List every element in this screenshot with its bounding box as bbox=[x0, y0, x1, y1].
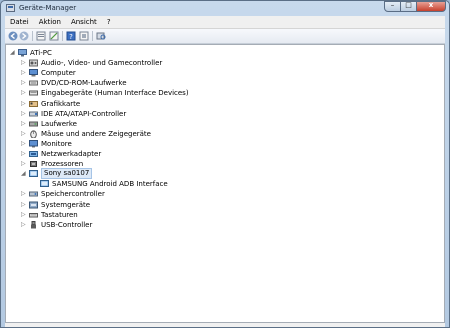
tree-category[interactable]: ▷ IDE ATA/ATAPI-Controller bbox=[6, 109, 436, 119]
device-tree[interactable]: ◢ ATi-PC ▷ Audio-, Video- und Gamecontrolle… bbox=[5, 44, 445, 323]
expand-arrow-icon[interactable]: ▷ bbox=[21, 149, 27, 159]
tree-category[interactable]: ▷ Grafikkarte bbox=[6, 99, 436, 109]
tree-node-label: Speichercontroller bbox=[41, 190, 105, 199]
expand-arrow-icon[interactable]: ▷ bbox=[21, 139, 27, 149]
tree-node-label: Audio-, Video- und Gamecontroller bbox=[41, 59, 163, 68]
expand-arrow-icon[interactable]: ▷ bbox=[21, 200, 27, 210]
tree-category[interactable]: ▷ Laufwerke bbox=[6, 119, 436, 129]
tree-node-label: Laufwerke bbox=[41, 119, 77, 128]
tree-category[interactable]: ▷ USB-Controller bbox=[6, 220, 436, 230]
scan-hardware-icon[interactable] bbox=[96, 31, 106, 41]
system-devices-icon bbox=[29, 201, 38, 209]
expand-arrow-icon[interactable]: ▷ bbox=[21, 68, 27, 78]
minimize-button[interactable]: – bbox=[384, 1, 401, 12]
tree-category[interactable]: ▷ Netzwerkadapter bbox=[6, 149, 436, 159]
tree-category[interactable]: ▷ Mäuse und andere Zeigegeräte bbox=[6, 129, 436, 139]
maximize-icon: □ bbox=[405, 1, 412, 9]
toolbar-separator bbox=[32, 31, 33, 41]
tree-category[interactable]: ▷ Speichercontroller bbox=[6, 189, 436, 199]
toolbar: ? bbox=[5, 29, 445, 44]
tree-node-label: IDE ATA/ATAPI-Controller bbox=[41, 109, 127, 118]
caption-buttons: – □ x bbox=[384, 1, 446, 14]
window-title: Geräte-Manager bbox=[19, 4, 77, 12]
tree-node-label: Systemgeräte bbox=[41, 200, 91, 209]
maximize-button[interactable]: □ bbox=[400, 1, 417, 12]
display-adapter-icon bbox=[29, 100, 38, 108]
keyboard-icon bbox=[29, 211, 38, 219]
expand-arrow-icon[interactable]: ▷ bbox=[21, 99, 27, 109]
tree-node-label: ATi-PC bbox=[30, 49, 52, 57]
properties-icon[interactable] bbox=[36, 31, 46, 41]
minimize-icon: – bbox=[390, 1, 395, 9]
menu-aktion[interactable]: Aktion bbox=[34, 16, 66, 27]
expand-arrow-icon[interactable]: ▷ bbox=[21, 159, 27, 169]
menu-help[interactable]: ? bbox=[102, 16, 116, 27]
mouse-icon bbox=[29, 130, 38, 139]
audio-icon bbox=[29, 59, 38, 67]
tree-category[interactable]: ▷ Computer bbox=[6, 68, 436, 78]
tree-device[interactable]: SAMSUNG Android ADB Interface bbox=[6, 179, 436, 189]
tree-node-label: Grafikkarte bbox=[41, 99, 81, 108]
expand-arrow-icon[interactable]: ▷ bbox=[21, 189, 27, 199]
phone-device-icon bbox=[29, 170, 38, 178]
menu-ansicht[interactable]: Ansicht bbox=[66, 16, 102, 27]
tree-node-label: Sony sa0107 bbox=[41, 168, 93, 180]
tree-node-label: Eingabegeräte (Human Interface Devices) bbox=[41, 89, 189, 98]
dvd-drive-icon bbox=[29, 79, 38, 87]
network-adapter-icon bbox=[29, 150, 38, 158]
disk-drive-icon bbox=[29, 120, 38, 128]
toolbar-separator bbox=[92, 31, 93, 41]
expand-arrow-icon[interactable]: ▷ bbox=[21, 78, 27, 88]
expand-arrow-icon[interactable]: ▷ bbox=[21, 210, 27, 220]
help-icon[interactable]: ? bbox=[66, 31, 76, 41]
title-bar[interactable]: Geräte-Manager – □ x bbox=[1, 1, 449, 16]
expand-arrow-icon[interactable]: ▷ bbox=[21, 109, 27, 119]
computer-root-icon bbox=[18, 49, 27, 57]
tree-category[interactable]: ▷ Systemgeräte bbox=[6, 200, 436, 210]
menu-bar: Datei Aktion Ansicht? bbox=[5, 16, 445, 29]
tree-node-label: Netzwerkadapter bbox=[41, 150, 102, 158]
collapse-arrow-icon[interactable]: ◢ bbox=[10, 48, 16, 58]
close-button[interactable]: x bbox=[416, 1, 446, 12]
tree-category[interactable]: ▷ Tastaturen bbox=[6, 210, 436, 220]
show-hidden-icon[interactable] bbox=[79, 31, 89, 41]
tree-node-label: Mäuse und andere Zeigegeräte bbox=[41, 129, 151, 138]
tree-root[interactable]: ◢ ATi-PC bbox=[6, 48, 436, 58]
expand-arrow-icon[interactable]: ▷ bbox=[21, 58, 27, 68]
tree-category[interactable]: ◢ Sony sa0107 bbox=[6, 168, 436, 180]
processor-icon bbox=[29, 160, 38, 168]
status-bar bbox=[5, 323, 445, 327]
usb-icon bbox=[29, 220, 38, 229]
toolbar-separator bbox=[62, 31, 63, 41]
ide-controller-icon bbox=[29, 110, 38, 118]
menu-datei[interactable]: Datei bbox=[5, 16, 34, 27]
adb-interface-icon bbox=[40, 180, 49, 188]
svg-text:?: ? bbox=[69, 33, 73, 41]
tree-category[interactable]: ▷ Audio-, Video- und Gamecontroller bbox=[6, 58, 436, 68]
device-manager-icon bbox=[6, 4, 15, 12]
expand-arrow-icon[interactable]: ▷ bbox=[21, 88, 27, 98]
tree-category[interactable]: ▷ Monitore bbox=[6, 139, 436, 149]
collapse-arrow-icon[interactable]: ◢ bbox=[21, 169, 27, 179]
tree-node-label: DVD/CD-ROM-Laufwerke bbox=[41, 79, 127, 88]
expand-arrow-icon[interactable]: ▷ bbox=[21, 129, 27, 139]
back-arrow-icon[interactable] bbox=[8, 31, 18, 41]
tree-node-label: SAMSUNG Android ADB Interface bbox=[52, 180, 168, 189]
hid-icon bbox=[29, 89, 38, 97]
expand-arrow-icon[interactable]: ▷ bbox=[21, 220, 27, 230]
close-icon: x bbox=[428, 1, 434, 9]
monitor-icon bbox=[29, 139, 38, 148]
forward-arrow-icon[interactable] bbox=[19, 31, 29, 41]
computer-icon bbox=[29, 69, 38, 77]
device-manager-window: Geräte-Manager – □ x Datei Aktion Ansicht?… bbox=[0, 0, 450, 328]
tree-node-label: Tastaturen bbox=[41, 210, 78, 219]
tree-category[interactable]: ▷ Eingabegeräte (Human Interface Devices) bbox=[6, 88, 436, 98]
storage-controller-icon bbox=[29, 190, 38, 198]
tree-category[interactable]: ▷ DVD/CD-ROM-Laufwerke bbox=[6, 78, 436, 88]
tree-node-label: Monitore bbox=[41, 139, 72, 148]
tree-node-label: USB-Controller bbox=[41, 220, 93, 229]
expand-arrow-icon[interactable]: ▷ bbox=[21, 119, 27, 129]
update-driver-icon[interactable] bbox=[49, 31, 59, 41]
tree-node-label: Computer bbox=[41, 69, 76, 78]
